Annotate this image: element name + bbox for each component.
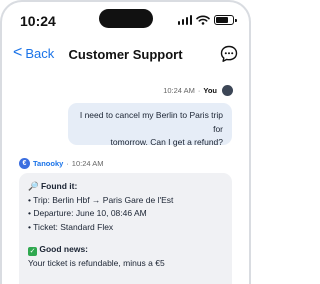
wifi-icon xyxy=(196,15,210,25)
battery-level-fill xyxy=(216,17,228,23)
tanooky-logo-icon: € xyxy=(19,158,30,169)
bot-name: Tanooky xyxy=(33,159,64,168)
bot-message-meta: € Tanooky · 10:24 AM xyxy=(19,158,104,169)
magnifier-icon: 🔎 xyxy=(28,181,39,191)
good-news-heading: ✓ Good news: xyxy=(28,243,223,257)
status-time: 10:24 xyxy=(20,13,56,29)
trip-detail: • Trip: Berlin Hbf → Paris Gare de l'Est xyxy=(28,194,174,205)
chat-header: < Back Customer Support xyxy=(0,40,251,70)
dynamic-island xyxy=(99,9,153,28)
meta-separator: · xyxy=(66,159,69,168)
status-bar: 10:24 xyxy=(0,0,251,38)
user-message-line: tomorrow. Can I get a refund? xyxy=(110,137,223,147)
ticket-detail: • Ticket: Standard Flex xyxy=(28,221,114,232)
bot-message-time: 10:24 AM xyxy=(71,159,104,168)
check-mark-icon: ✓ xyxy=(28,247,37,256)
user-avatar xyxy=(222,85,233,96)
user-message-line: I need to cancel my Berlin to Paris trip… xyxy=(79,110,223,134)
cellular-signal-icon xyxy=(177,15,192,25)
user-message-author: You xyxy=(203,86,217,95)
user-message-time: 10:24 AM xyxy=(163,86,195,95)
meta-separator: · xyxy=(197,86,201,95)
good-news-title: Good news: xyxy=(39,244,89,254)
refund-detail: Your ticket is refundable, minus a €5 xyxy=(28,257,165,268)
status-icons xyxy=(177,15,237,25)
bot-message-bubble: 🔎 Found it: • Trip: Berlin Hbf → Paris G… xyxy=(19,173,232,284)
departure-detail: • Departure: June 10, 08:46 AM xyxy=(28,208,147,218)
chat-options-icon[interactable] xyxy=(219,44,239,64)
user-message-bubble: I need to cancel my Berlin to Paris trip… xyxy=(68,103,232,147)
found-heading: 🔎 Found it: xyxy=(28,180,223,194)
found-title: Found it: xyxy=(40,181,78,191)
battery-icon xyxy=(214,15,237,25)
user-message-meta: 10:24 AM · You xyxy=(163,85,233,96)
page-title: Customer Support xyxy=(68,47,183,62)
